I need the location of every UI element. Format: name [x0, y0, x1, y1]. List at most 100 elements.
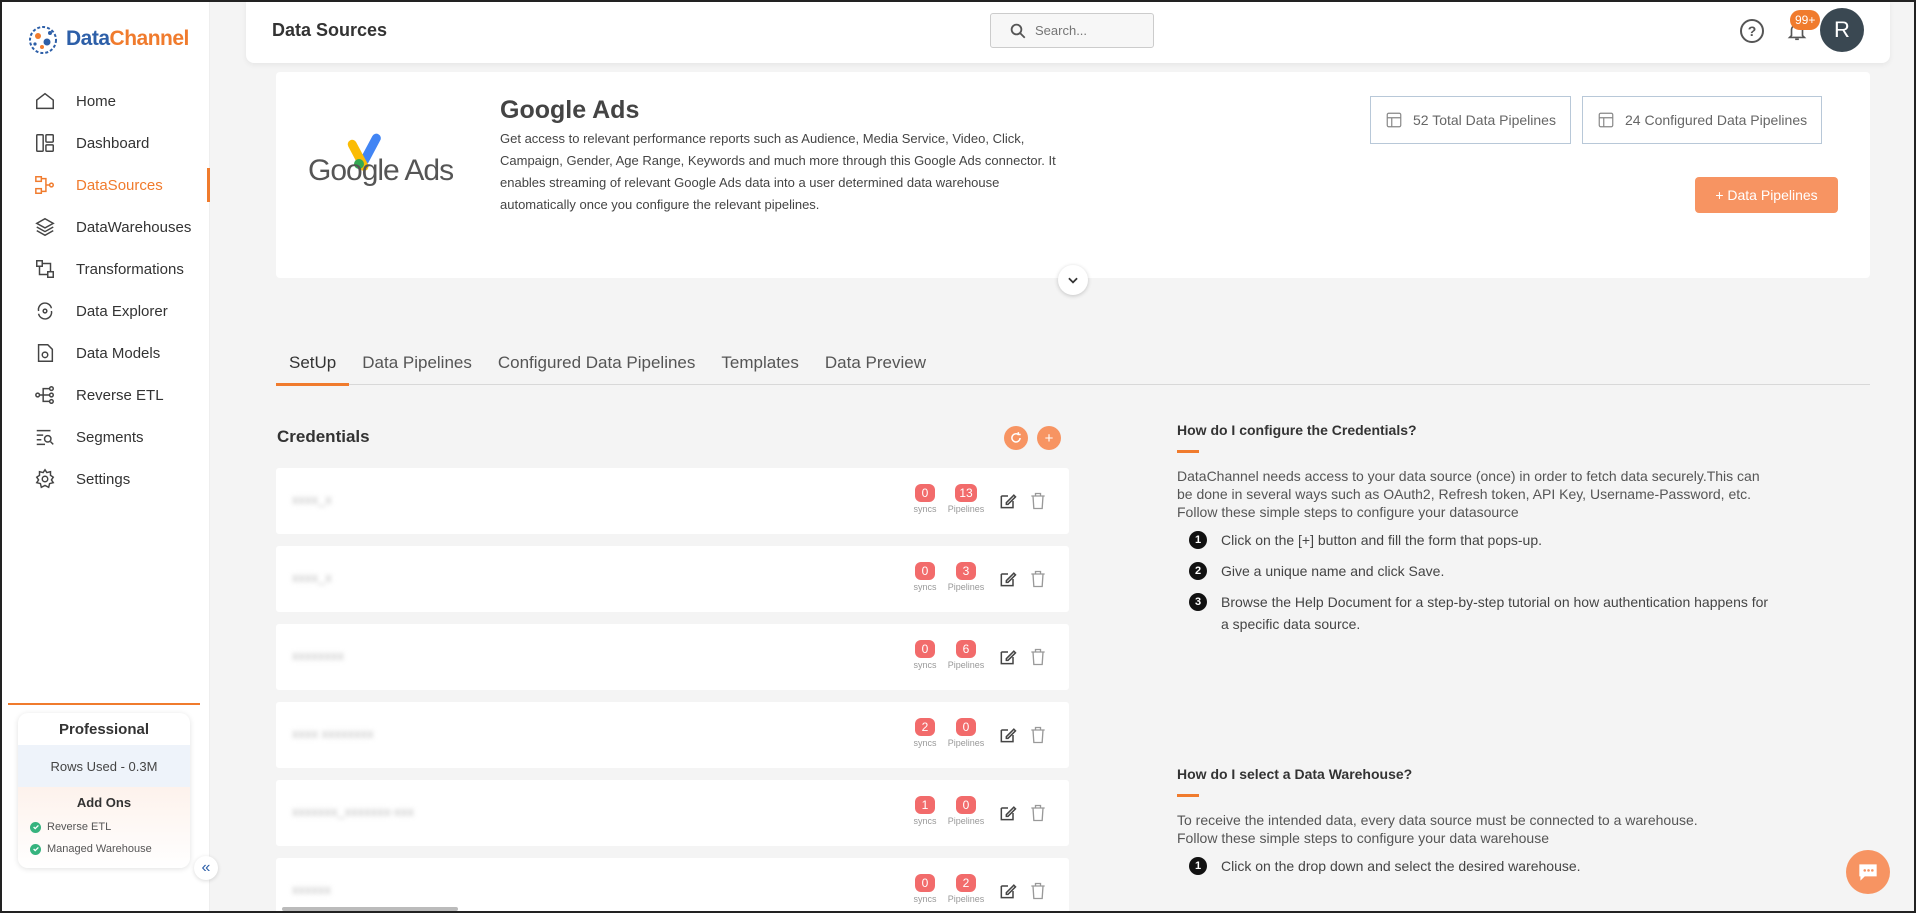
syncs-counter: 2 syncs [905, 718, 945, 748]
heading-underline [1177, 450, 1199, 453]
sidebar-item-data-models[interactable]: Data Models [0, 332, 210, 374]
add-credential-button[interactable]: + [1037, 426, 1061, 450]
addon-item: Managed Warehouse [18, 838, 190, 860]
sidebar-item-label: Reverse ETL [76, 386, 164, 404]
pipelines-count: 0 [956, 796, 976, 814]
sidebar-item-transformations[interactable]: Transformations [0, 248, 210, 290]
addon-label: Reverse ETL [47, 821, 112, 833]
sidebar-item-dashboard[interactable]: Dashboard [0, 122, 210, 164]
layers-icon [34, 216, 56, 238]
syncs-counter: 0 syncs [905, 640, 945, 670]
explorer-icon [34, 300, 56, 322]
pipelines-label: Pipelines [947, 660, 985, 670]
collapse-sidebar-button[interactable]: « [194, 856, 218, 880]
sidebar: DataChannel Home Dashboard DataSources D… [0, 0, 218, 913]
sidebar-item-label: Segments [76, 428, 144, 446]
trash-icon[interactable] [1028, 802, 1048, 824]
addons-title: Add Ons [76, 795, 132, 810]
tab-configured-data-pipelines[interactable]: Configured Data Pipelines [485, 340, 709, 385]
syncs-count: 1 [915, 796, 935, 814]
edit-icon[interactable] [998, 568, 1018, 590]
syncs-counter: 0 syncs [905, 484, 945, 514]
search-box[interactable] [990, 13, 1154, 48]
trash-icon[interactable] [1028, 568, 1048, 590]
datasources-icon [34, 174, 56, 196]
home-icon [34, 90, 56, 112]
edit-icon[interactable] [998, 880, 1018, 902]
add-data-pipelines-button[interactable]: + Data Pipelines [1695, 177, 1838, 213]
trash-icon[interactable] [1028, 880, 1048, 902]
pipelines-count: 6 [956, 640, 976, 658]
sidebar-item-datasources[interactable]: DataSources [0, 164, 210, 206]
tab-data-preview[interactable]: Data Preview [812, 340, 939, 385]
gear-icon [34, 468, 56, 490]
pipelines-count: 2 [956, 874, 976, 892]
expand-card-button[interactable] [1058, 265, 1088, 295]
total-pipelines-stat[interactable]: 52 Total Data Pipelines [1370, 96, 1571, 144]
step-item: 1 Click on the [+] button and fill the fo… [1189, 529, 1777, 551]
search-input[interactable] [1035, 23, 1145, 38]
brand-logo[interactable]: DataChannel [26, 20, 189, 58]
sidebar-item-settings[interactable]: Settings [0, 458, 210, 500]
chat-button[interactable] [1846, 850, 1890, 894]
steps-list: 1 Click on the drop down and select the d… [1189, 855, 1777, 877]
sidebar-item-data-explorer[interactable]: Data Explorer [0, 290, 210, 332]
edit-icon[interactable] [998, 802, 1018, 824]
check-circle-icon [30, 821, 41, 833]
edit-icon[interactable] [998, 646, 1018, 668]
sidebar-item-label: Data Models [76, 344, 161, 362]
help-paragraph: Follow these simple steps to configure y… [1177, 504, 1519, 520]
credential-row[interactable]: xxxxxx 0 syncs 2 Pipelines [276, 858, 1069, 913]
edit-icon[interactable] [998, 724, 1018, 746]
plus-icon: + [1044, 429, 1054, 447]
credential-row[interactable]: xxxxxxx_xxxxxxx-xxx 1 syncs 0 Pipelines [276, 780, 1069, 846]
credential-name: xxxx_x [292, 492, 332, 507]
horizontal-scrollbar[interactable] [282, 907, 458, 911]
tab-setup[interactable]: SetUp [276, 340, 350, 386]
tab-templates[interactable]: Templates [708, 340, 811, 385]
syncs-counter: 0 syncs [905, 562, 945, 592]
plan-divider [8, 703, 200, 705]
sidebar-item-datawarehouses[interactable]: DataWarehouses [0, 206, 210, 248]
sidebar-item-home[interactable]: Home [0, 80, 210, 122]
edit-icon[interactable] [998, 490, 1018, 512]
step-text: Click on the drop down and select the de… [1221, 858, 1581, 874]
dashboard-icon [34, 132, 56, 154]
help-icon[interactable]: ? [1740, 19, 1764, 43]
trash-icon[interactable] [1028, 490, 1048, 512]
page-title: Data Sources [272, 20, 388, 40]
syncs-label: syncs [913, 660, 937, 670]
credential-name: xxxxxx [292, 882, 331, 897]
addon-item: Reverse ETL [18, 816, 190, 838]
pipelines-counter: 6 Pipelines [946, 640, 986, 670]
credential-row[interactable]: xxxx_x 0 syncs 3 Pipelines [276, 546, 1069, 612]
credential-row[interactable]: xxxx xxxxxxxx 2 syncs 0 Pipelines [276, 702, 1069, 768]
syncs-counter: 1 syncs [905, 796, 945, 826]
syncs-label: syncs [913, 816, 937, 826]
steps-list: 1 Click on the [+] button and fill the fo… [1189, 529, 1777, 635]
configured-pipelines-stat[interactable]: 24 Configured Data Pipelines [1582, 96, 1823, 144]
sidebar-item-label: Data Explorer [76, 302, 168, 320]
help-heading-credentials: How do I configure the Credentials? [1177, 422, 1417, 438]
check-circle-icon [30, 843, 41, 855]
trash-icon[interactable] [1028, 724, 1048, 746]
syncs-count: 0 [915, 874, 935, 892]
help-paragraph: To receive the intended data, every data… [1177, 812, 1698, 828]
avatar[interactable]: R [1820, 8, 1864, 52]
data-models-icon [34, 342, 56, 364]
tab-data-pipelines[interactable]: Data Pipelines [349, 340, 485, 385]
refresh-credentials-button[interactable] [1004, 426, 1028, 450]
datachannel-logo-icon [29, 26, 57, 54]
syncs-count: 0 [915, 640, 935, 658]
syncs-count: 2 [915, 718, 935, 736]
sidebar-item-reverse-etl[interactable]: Reverse ETL [0, 374, 210, 416]
sidebar-item-segments[interactable]: Segments [0, 416, 210, 458]
pipelines-label: Pipelines [947, 738, 985, 748]
credential-row[interactable]: xxxxxxxx 0 syncs 6 Pipelines [276, 624, 1069, 690]
trash-icon[interactable] [1028, 646, 1048, 668]
total-pipelines-label: 52 Total Data Pipelines [1413, 112, 1556, 128]
syncs-label: syncs [913, 504, 937, 514]
pipelines-label: Pipelines [947, 582, 985, 592]
pipelines-label: Pipelines [947, 894, 985, 904]
credential-row[interactable]: xxxx_x 0 syncs 13 Pipelines [276, 468, 1069, 534]
